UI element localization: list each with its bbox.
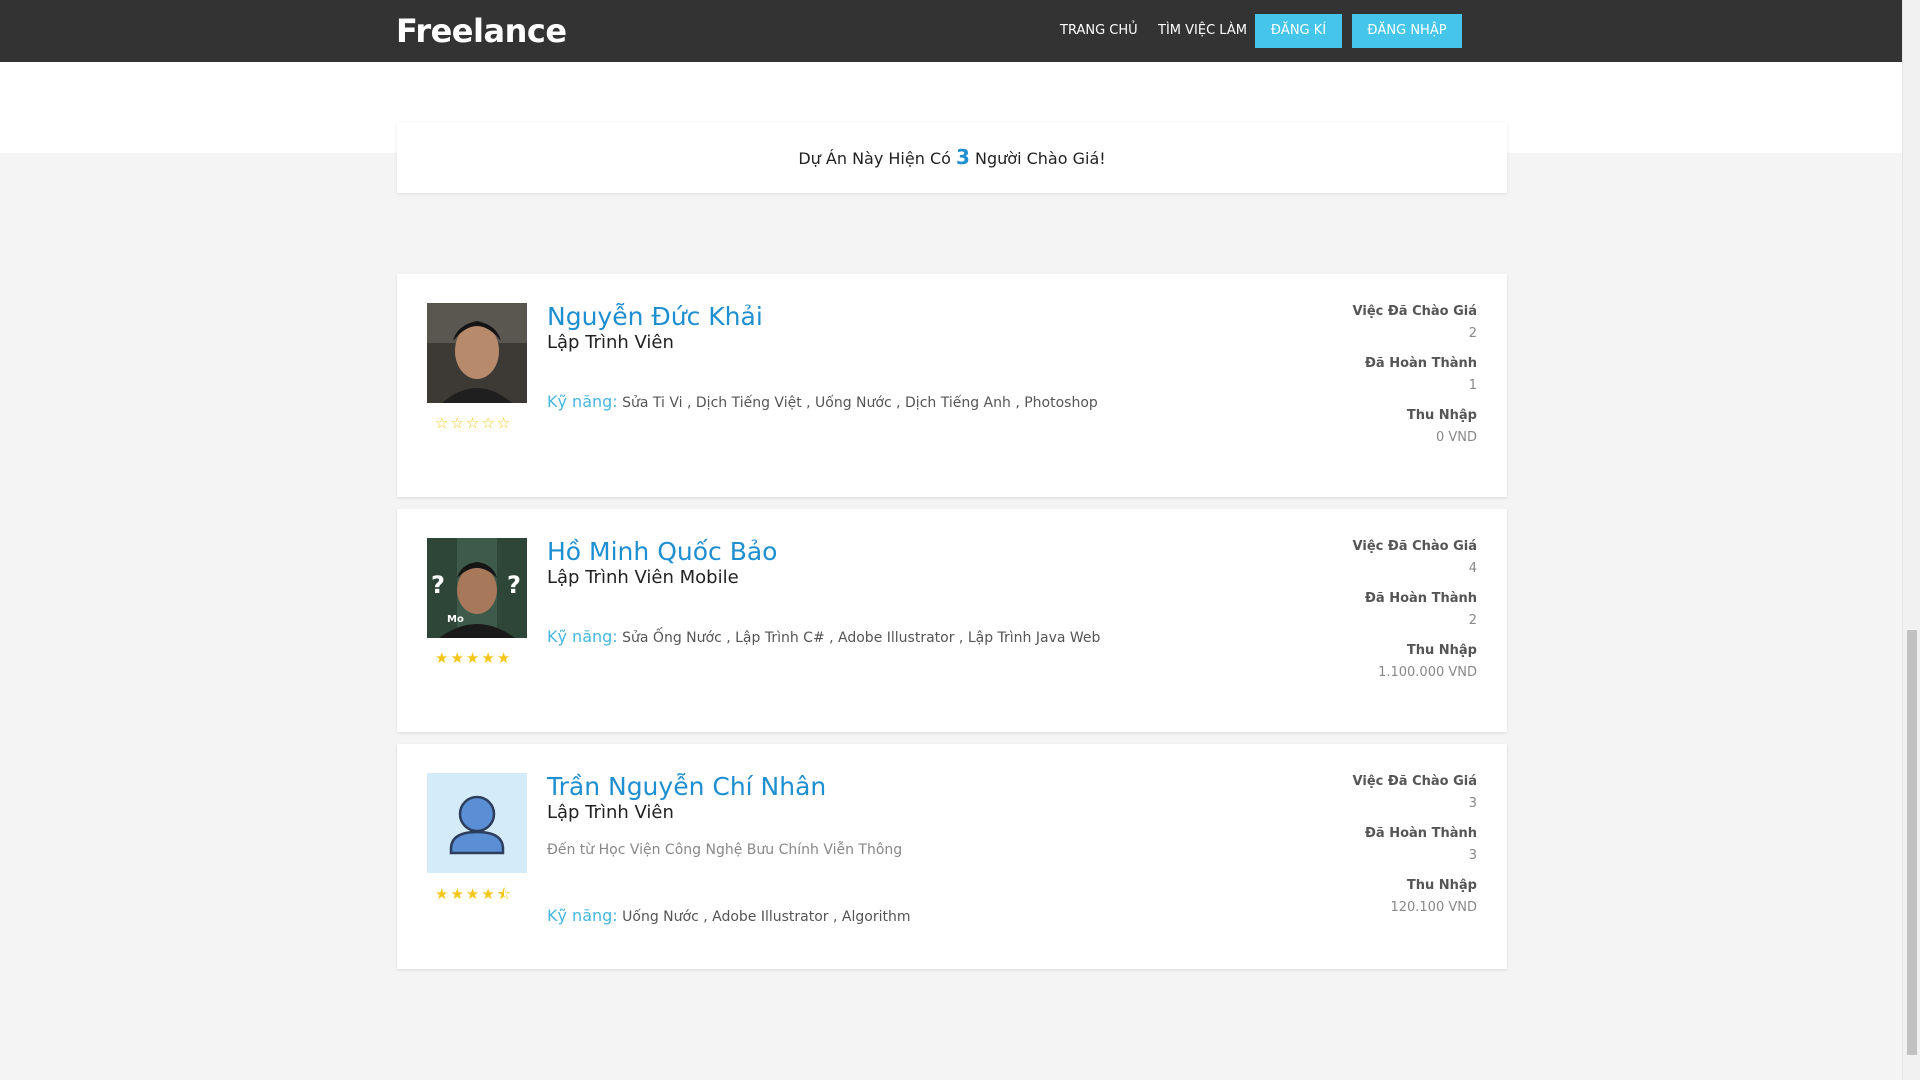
brand-logo[interactable]: Freelance [396,12,567,50]
completed-label: Đã Hoàn Thành [1365,356,1477,371]
completed-value: 2 [1468,613,1477,628]
rating-stars: ☆☆☆☆☆ [435,414,512,432]
skills-label: Kỹ năng: [547,627,618,646]
bids-value: 4 [1468,561,1477,576]
bids-label: Việc Đã Chào Giá [1352,774,1477,789]
star-filled-icon: ★ [465,649,482,667]
skills-row: Kỹ năng: Sửa Ti Vi , Dịch Tiếng Việt , U… [547,392,1098,411]
skills-list: Uống Nước , Adobe Illustrator , Algorith… [622,909,911,925]
rating-stars: ★★★★★ [435,649,512,667]
star-filled-icon: ★ [450,649,466,667]
svg-text:?: ? [431,571,445,599]
freelancer-title: Lập Trình Viên [547,332,674,353]
skills-list: Sửa Ti Vi , Dịch Tiếng Việt , Uống Nước … [622,395,1098,411]
star-empty-icon: ☆ [481,414,497,432]
freelancer-stats: Việc Đã Chào Giá 2 Đã Hoàn Thành 1 Thu N… [1353,304,1477,460]
skills-label: Kỹ năng: [547,906,618,925]
star-filled-icon: ★ [496,649,513,667]
freelancer-card: ? ? Mo ★★★★★ Hồ Minh Quốc Bảo Lập Trình … [397,509,1507,732]
freelancer-name[interactable]: Nguyễn Đức Khải [547,302,763,331]
nav-find-jobs-link[interactable]: TÌM VIỆC LÀM [1158,23,1247,38]
page-scrollbar[interactable] [1902,0,1920,1080]
bids-label: Việc Đã Chào Giá [1352,539,1477,554]
star-half-icon: ⯪ [496,885,514,903]
skills-row: Kỹ năng: Sửa Ống Nước , Lập Trình C# , A… [547,627,1100,646]
star-filled-icon: ★ [465,885,482,903]
freelancer-card: ★★★★⯪ Trần Nguyễn Chí Nhân Lập Trình Viê… [397,744,1507,969]
star-filled-icon: ★ [435,885,451,903]
freelancer-title: Lập Trình Viên [547,802,674,823]
rating-stars: ★★★★⯪ [435,884,513,909]
income-value: 120.100 VND [1390,900,1477,915]
income-label: Thu Nhập [1406,878,1477,893]
freelancer-stats: Việc Đã Chào Giá 3 Đã Hoàn Thành 3 Thu N… [1353,774,1477,930]
completed-label: Đã Hoàn Thành [1365,826,1477,841]
star-filled-icon: ★ [481,885,497,903]
nav-home-link[interactable]: TRANG CHỦ [1060,23,1138,38]
income-value: 1.100.000 VND [1378,665,1477,680]
navbar: Freelance TRANG CHỦ TÌM VIỆC LÀM ĐĂNG KÍ… [0,0,1902,62]
avatar[interactable] [427,773,527,873]
bids-label: Việc Đã Chào Giá [1352,304,1477,319]
register-button[interactable]: ĐĂNG KÍ [1255,14,1342,48]
login-button[interactable]: ĐĂNG NHẬP [1352,14,1462,48]
completed-value: 3 [1468,848,1477,863]
bids-value: 2 [1468,326,1477,341]
star-filled-icon: ★ [435,649,451,667]
scrollbar-thumb[interactable] [1907,630,1917,1055]
star-empty-icon: ☆ [496,414,513,432]
star-filled-icon: ★ [481,649,497,667]
skills-label: Kỹ năng: [547,392,618,411]
income-value: 0 VND [1435,430,1477,445]
bid-count: 3 [956,145,970,169]
freelancer-stats: Việc Đã Chào Giá 4 Đã Hoàn Thành 2 Thu N… [1353,539,1477,695]
star-empty-icon: ☆ [465,414,482,432]
bids-value: 3 [1468,796,1477,811]
star-filled-icon: ★ [450,885,466,903]
freelancer-title: Lập Trình Viên Mobile [547,567,739,588]
svg-text:?: ? [507,571,521,599]
completed-label: Đã Hoàn Thành [1365,591,1477,606]
avatar[interactable]: ? ? Mo [427,538,527,638]
star-empty-icon: ☆ [450,414,466,432]
income-label: Thu Nhập [1406,408,1477,423]
freelancer-name[interactable]: Trần Nguyễn Chí Nhân [547,772,826,801]
freelancer-name[interactable]: Hồ Minh Quốc Bảo [547,537,777,566]
skills-row: Kỹ năng: Uống Nước , Adobe Illustrator ,… [547,906,910,925]
svg-text:Mo: Mo [447,614,464,625]
freelancer-school: Đến từ Học Viện Công Nghệ Bưu Chính Viễn… [547,842,903,858]
completed-value: 1 [1468,378,1477,393]
star-empty-icon: ☆ [435,414,451,432]
summary-prefix: Dự Án Này Hiện Có [798,149,951,168]
bid-summary-banner: Dự Án Này Hiện Có 3 Người Chào Giá! [397,122,1507,193]
income-label: Thu Nhập [1406,643,1477,658]
freelancer-card: ☆☆☆☆☆ Nguyễn Đức Khải Lập Trình Viên Kỹ … [397,274,1507,497]
avatar[interactable] [427,303,527,403]
skills-list: Sửa Ống Nước , Lập Trình C# , Adobe Illu… [622,630,1101,646]
summary-suffix: Người Chào Giá! [975,149,1106,168]
